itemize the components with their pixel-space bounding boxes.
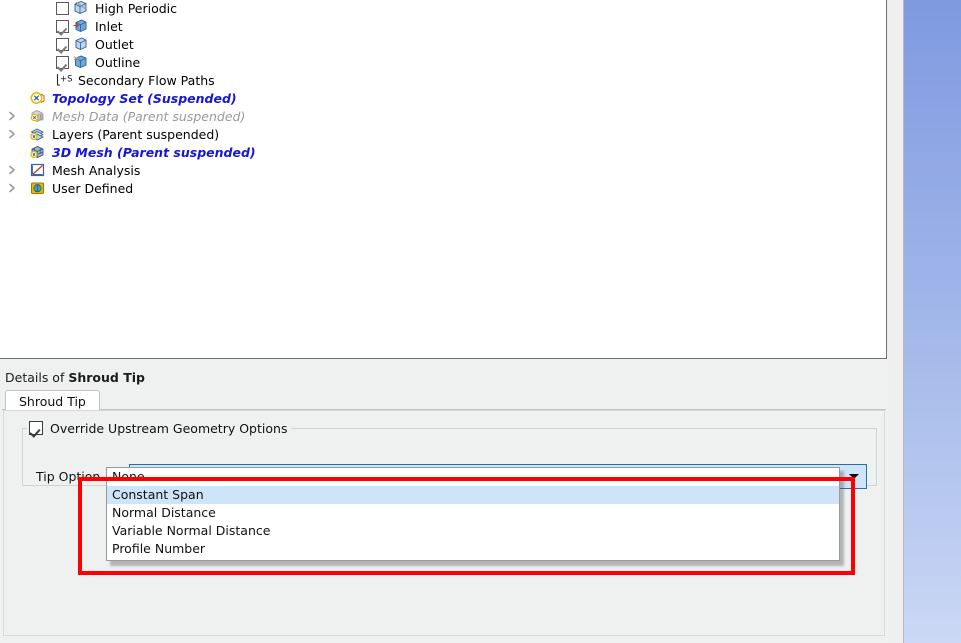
details-tabstrip: Shroud Tip [2, 390, 886, 413]
chevron-right-icon[interactable] [6, 182, 18, 194]
dropdown-option-list: None Constant Span Normal Distance Variable… [107, 468, 839, 558]
chevron-right-icon[interactable] [6, 164, 18, 176]
tree-item-checkbox[interactable] [56, 37, 69, 51]
tree-item-topology-set-suspended[interactable]: Topology Set (Suspended) [0, 89, 886, 107]
tree-item-layers-parent-suspended[interactable]: Layers (Parent suspended) [0, 125, 886, 143]
tree-item-label: Mesh Analysis [52, 162, 141, 178]
tree-item-secondary-flow-paths[interactable]: +S Secondary Flow Paths [0, 71, 886, 89]
tree-item-label: Secondary Flow Paths [78, 72, 215, 88]
application-window: High Periodic Inlet Outlet Outline +S Sec… [0, 0, 961, 643]
outlet-surface-icon [72, 36, 89, 52]
tree-item-label: Outline [95, 54, 141, 70]
groupbox-top-left-rule [23, 428, 27, 429]
tree-item-high-periodic[interactable]: High Periodic [0, 0, 886, 17]
tip-option-dropdown-list[interactable]: None Constant Span Normal Distance Variable… [106, 467, 840, 561]
tree-item-label: High Periodic [95, 0, 178, 16]
tree-item-label: User Defined [52, 180, 134, 196]
tree-item-label: Layers (Parent suspended) [52, 126, 220, 142]
outline-tree-panel[interactable]: High Periodic Inlet Outlet Outline +S Sec… [0, 0, 887, 359]
tree-item-label: Inlet [95, 18, 123, 34]
3d-viewport[interactable] [903, 0, 961, 643]
chevron-right-icon[interactable] [6, 128, 18, 140]
tree-item-inlet[interactable]: Inlet [0, 17, 886, 35]
details-header-prefix: Details of [5, 370, 69, 385]
override-upstream-geometry-label: Override Upstream Geometry Options [50, 420, 288, 436]
outline-surface-icon [72, 54, 89, 70]
svg-text:+S: +S [60, 75, 72, 85]
mesh-analysis-icon [29, 162, 46, 178]
tree-item-outlet[interactable]: Outlet [0, 35, 886, 53]
tree-item-user-defined[interactable]: User Defined [0, 179, 886, 197]
checkbox-icon[interactable] [29, 421, 43, 435]
flow-path-icon: +S [55, 72, 72, 88]
tree-item-list: High Periodic Inlet Outlet Outline +S Sec… [0, 0, 886, 197]
mesh-data-icon [29, 108, 46, 124]
tree-item-mesh-analysis[interactable]: Mesh Analysis [0, 161, 886, 179]
tree-item-label: Topology Set (Suspended) [52, 90, 237, 106]
tree-item-outline[interactable]: Outline [0, 53, 886, 71]
dropdown-option-profile-number[interactable]: Profile Number [107, 540, 839, 558]
tree-item-3d-mesh-parent-suspended[interactable]: 3D Mesh (Parent suspended) [0, 143, 886, 161]
details-header: Details of Shroud Tip [5, 370, 145, 385]
tree-item-checkbox[interactable] [56, 55, 69, 69]
dropdown-option-normal-distance[interactable]: Normal Distance [107, 504, 839, 522]
tree-item-label: Outlet [95, 36, 134, 52]
periodic-surface-icon [72, 0, 89, 16]
details-header-object: Shroud Tip [68, 370, 145, 385]
viewport-gutter [888, 0, 903, 643]
dropdown-option-none[interactable]: None [107, 468, 839, 486]
mesh-3d-icon [29, 144, 46, 160]
groupbox-top-right-rule [263, 428, 876, 429]
layers-icon [29, 126, 46, 142]
tree-item-label: Mesh Data (Parent suspended) [52, 108, 246, 124]
user-defined-icon [29, 180, 46, 196]
tree-item-label: 3D Mesh (Parent suspended) [52, 144, 256, 160]
tree-item-mesh-data-parent-suspended[interactable]: Mesh Data (Parent suspended) [0, 107, 886, 125]
chevron-right-icon[interactable] [6, 110, 18, 122]
inlet-surface-icon [72, 18, 89, 34]
tree-item-checkbox[interactable] [56, 1, 69, 15]
tree-item-checkbox[interactable] [56, 19, 69, 33]
dropdown-option-constant-span[interactable]: Constant Span [107, 486, 839, 504]
dropdown-option-variable-normal-distance[interactable]: Variable Normal Distance [107, 522, 839, 540]
chevron-down-icon[interactable] [849, 474, 859, 479]
topology-set-icon [29, 90, 46, 106]
tip-option-label: Tip Option [36, 469, 101, 484]
override-upstream-geometry-checkbox[interactable]: Override Upstream Geometry Options [28, 420, 292, 436]
